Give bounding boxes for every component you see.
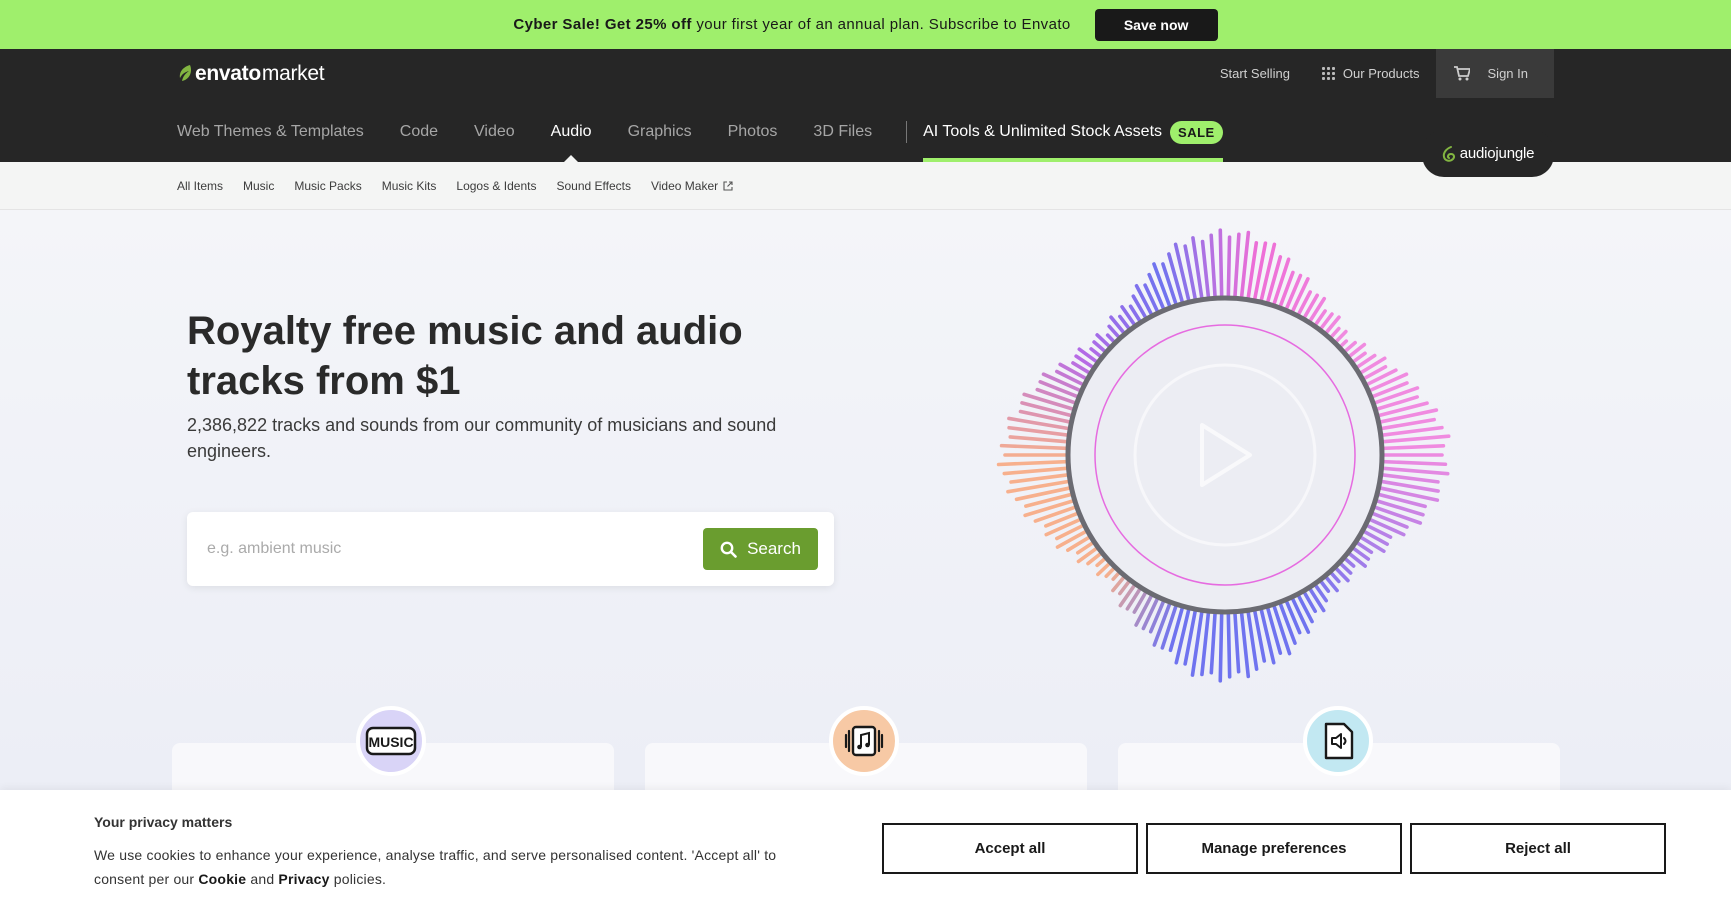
site-header: envato market Start Selling Our Products … — [0, 49, 1731, 177]
category-web-themes[interactable]: Web Themes & Templates — [177, 114, 364, 150]
category-video[interactable]: Video — [474, 114, 515, 150]
video-maker-label: Video Maker — [650, 178, 719, 193]
speaker-file-icon — [1303, 706, 1373, 776]
promo-highlight: Cyber Sale! Get 25% off — [513, 16, 692, 33]
promo-text: Cyber Sale! Get 25% off your first year … — [513, 16, 1070, 33]
subnav-music-kits[interactable]: Music Kits — [382, 179, 437, 193]
subnav-all-items[interactable]: All Items — [177, 179, 223, 193]
cookie-text: We use cookies to enhance your experienc… — [94, 843, 824, 891]
cart-icon[interactable] — [1453, 66, 1470, 81]
waveform-bar — [1232, 602, 1241, 674]
sale-badge: SALE — [1170, 120, 1223, 144]
sign-in-link[interactable]: Sign In — [1488, 66, 1528, 81]
category-divider — [906, 121, 908, 143]
cookie-title: Your privacy matters — [94, 814, 233, 830]
reject-all-button[interactable]: Reject all — [1410, 823, 1666, 874]
category-code[interactable]: Code — [400, 114, 438, 150]
grid-icon — [1321, 67, 1335, 80]
cookie-policy-link[interactable]: Cookie — [198, 871, 246, 887]
waveform-bar — [1226, 235, 1232, 307]
search-button[interactable]: Search — [703, 528, 818, 570]
subnav-music-packs[interactable]: Music Packs — [294, 179, 361, 193]
subnav-logos-idents[interactable]: Logos & Idents — [456, 179, 536, 193]
cart-signin-area: Sign In — [1435, 49, 1554, 98]
waveform-bar — [1002, 465, 1078, 476]
waveform-bar — [1008, 435, 1078, 445]
subnav-sound-effects[interactable]: Sound Effects — [556, 179, 631, 193]
ai-tools-label: AI Tools & Unlimited Stock Assets — [923, 123, 1163, 140]
audio-player-visualizer[interactable] — [980, 220, 1470, 690]
promo-bar: Cyber Sale! Get 25% off your first year … — [0, 0, 1731, 49]
category-3d-files[interactable]: 3D Files — [813, 114, 872, 150]
category-graphics[interactable]: Graphics — [628, 114, 692, 150]
promo-rest: your first year of an annual plan. Subsc… — [691, 16, 1071, 33]
external-link-icon — [723, 180, 733, 191]
cookie-text-a: We use cookies to enhance your experienc… — [94, 847, 777, 887]
waveform-bar — [1209, 233, 1218, 308]
audiojungle-badge[interactable]: audiojungle — [1422, 130, 1554, 177]
our-products-menu[interactable]: Our Products — [1306, 49, 1436, 98]
save-now-button[interactable]: Save now — [1094, 8, 1218, 41]
waveform-bar — [1226, 603, 1232, 679]
category-nav: Web Themes & Templates Code Video Audio … — [177, 114, 1223, 162]
waveform-bar — [1373, 444, 1446, 451]
category-ai-tools[interactable]: AI Tools & Unlimited Stock Assets SALE — [923, 114, 1223, 162]
manage-preferences-button[interactable]: Manage preferences — [1146, 823, 1402, 874]
hero-title: Royalty free music and audio tracks from… — [187, 309, 743, 403]
search-input[interactable] — [207, 528, 667, 570]
cookie-text-b: and — [246, 871, 279, 887]
privacy-policy-link[interactable]: Privacy — [278, 871, 329, 887]
audiojungle-label: audiojungle — [1459, 145, 1535, 162]
subnav-video-maker[interactable]: Video Maker — [651, 179, 733, 193]
search-icon — [720, 541, 737, 558]
waveform-bar — [996, 459, 1077, 467]
subnav-music[interactable]: Music — [243, 179, 274, 193]
category-audio[interactable]: Audio — [551, 114, 592, 150]
audiojungle-logo-icon — [1442, 145, 1455, 162]
waveform-bar — [999, 443, 1077, 451]
waveform-bar — [1373, 459, 1448, 467]
start-selling-link[interactable]: Start Selling — [1204, 49, 1306, 98]
envato-leaf-icon — [179, 65, 191, 81]
music-text-icon: MUSIC — [356, 706, 426, 776]
waveform-bar — [1232, 232, 1241, 308]
waveform-bar — [1200, 239, 1212, 308]
accept-all-button[interactable]: Accept all — [882, 823, 1138, 874]
cookie-banner: Your privacy matters We use cookies to e… — [0, 790, 1731, 900]
header-utility-nav: Start Selling Our Products Sign In — [1204, 49, 1554, 98]
hero-section: Royalty free music and audio tracks from… — [0, 210, 1731, 823]
envato-market-logo[interactable]: envato market — [177, 62, 325, 86]
hero-lead: 2,386,822 tracks and sounds from our com… — [187, 415, 777, 461]
search-box: Search — [187, 512, 834, 586]
search-button-label: Search — [747, 539, 801, 558]
svg-text:MUSIC: MUSIC — [368, 734, 413, 750]
logo-brand: envato — [195, 62, 261, 85]
our-products-label: Our Products — [1342, 66, 1420, 81]
category-photos[interactable]: Photos — [728, 114, 778, 150]
waveform-bar — [1372, 434, 1451, 445]
music-album-icon — [829, 706, 899, 776]
start-selling-label: Start Selling — [1219, 66, 1290, 81]
logo-suffix: market — [261, 62, 325, 85]
waveform-bar — [1218, 603, 1224, 683]
waveform-bar — [1372, 465, 1450, 476]
cookie-text-c: policies. — [329, 871, 387, 887]
waveform-bar — [1209, 602, 1218, 675]
waveform-bar — [1218, 228, 1224, 307]
player-disc — [1065, 295, 1385, 615]
